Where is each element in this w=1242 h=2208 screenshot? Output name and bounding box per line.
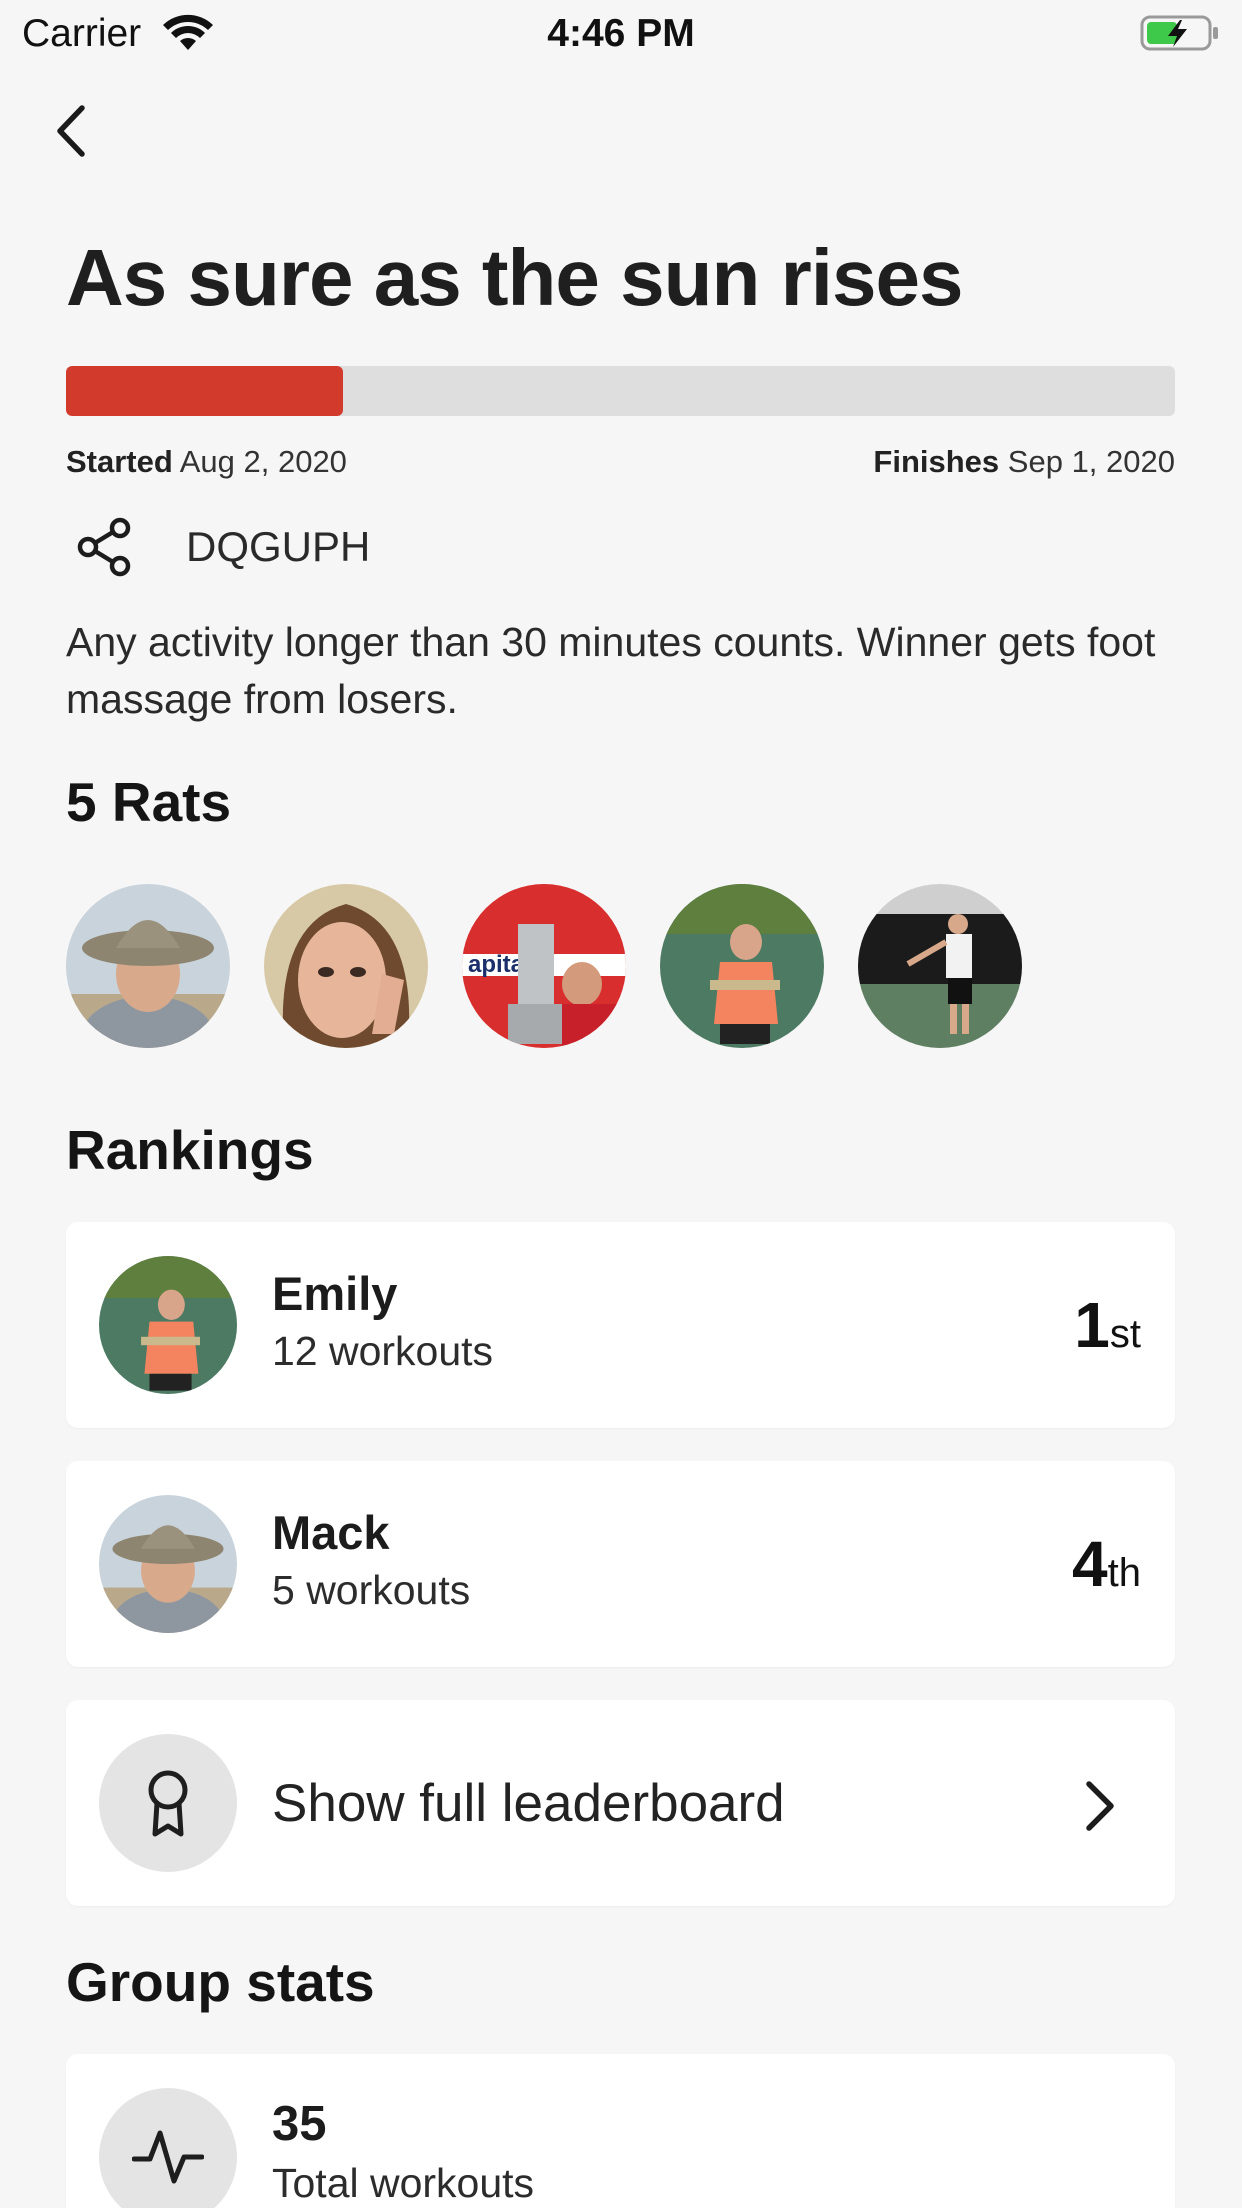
avatar [99, 1256, 237, 1394]
ranking-row[interactable]: Emily 12 workouts 1st [66, 1222, 1175, 1428]
challenge-description: Any activity longer than 30 minutes coun… [66, 619, 1156, 722]
started-label: Started [66, 444, 173, 479]
stat-label: Total workouts [272, 2160, 535, 2206]
rank-number: 1 [1074, 1289, 1110, 1361]
show-full-leaderboard-button[interactable]: Show full leaderboard [66, 1700, 1175, 1906]
avatar [99, 1495, 237, 1633]
rankings-title: Rankings [66, 1119, 314, 1181]
ranking-position: 1st [1074, 1288, 1141, 1362]
rank-suffix: st [1109, 1312, 1141, 1356]
finishes-label: Finishes [873, 444, 1000, 479]
status-bar: Carrier 4:46 PM [0, 0, 1242, 66]
back-button[interactable] [48, 100, 94, 162]
stat-card: 35 Total workouts [66, 2054, 1175, 2208]
finishes-date: Sep 1, 2020 [1007, 444, 1175, 479]
finish-date: Finishes Sep 1, 2020 [873, 444, 1175, 480]
stat-value: 35 [272, 2097, 327, 2151]
ranking-workouts: 5 workouts [272, 1567, 471, 1613]
ranking-name: Mack [272, 1506, 390, 1559]
avatar[interactable] [66, 884, 230, 1048]
invite-code: DQGUPH [186, 523, 371, 570]
group-stats-title: Group stats [66, 1951, 375, 2013]
progress-fill [66, 366, 344, 416]
start-date: Started Aug 2, 2020 [66, 444, 347, 480]
participant-avatars: apital [66, 884, 1022, 1048]
ranking-row[interactable]: Mack 5 workouts 4th [66, 1461, 1175, 1667]
award-ribbon-icon [99, 1734, 237, 1872]
avatar[interactable] [660, 884, 824, 1048]
activity-pulse-icon [99, 2088, 237, 2208]
avatar[interactable]: apital [462, 884, 626, 1048]
leaderboard-label: Show full leaderboard [272, 1774, 785, 1833]
battery-charging-icon [1140, 14, 1220, 62]
ranking-workouts: 12 workouts [272, 1328, 494, 1374]
status-time: 4:46 PM [547, 12, 695, 55]
rank-number: 4 [1072, 1528, 1108, 1600]
chevron-left-icon [57, 105, 85, 157]
avatar[interactable] [264, 884, 428, 1048]
page-title: As sure as the sun rises [66, 233, 963, 322]
ranking-name: Emily [272, 1267, 398, 1320]
share-icon[interactable] [74, 516, 136, 578]
ranking-position: 4th [1072, 1527, 1141, 1601]
challenge-progress-bar [66, 366, 1175, 416]
rank-suffix: th [1107, 1551, 1141, 1595]
avatar[interactable] [858, 884, 1022, 1048]
invite-code-row[interactable]: DQGUPH [74, 516, 370, 578]
started-date: Aug 2, 2020 [179, 444, 347, 479]
chevron-right-icon [1083, 1780, 1117, 1837]
participants-title: 5 Rats [66, 771, 232, 833]
